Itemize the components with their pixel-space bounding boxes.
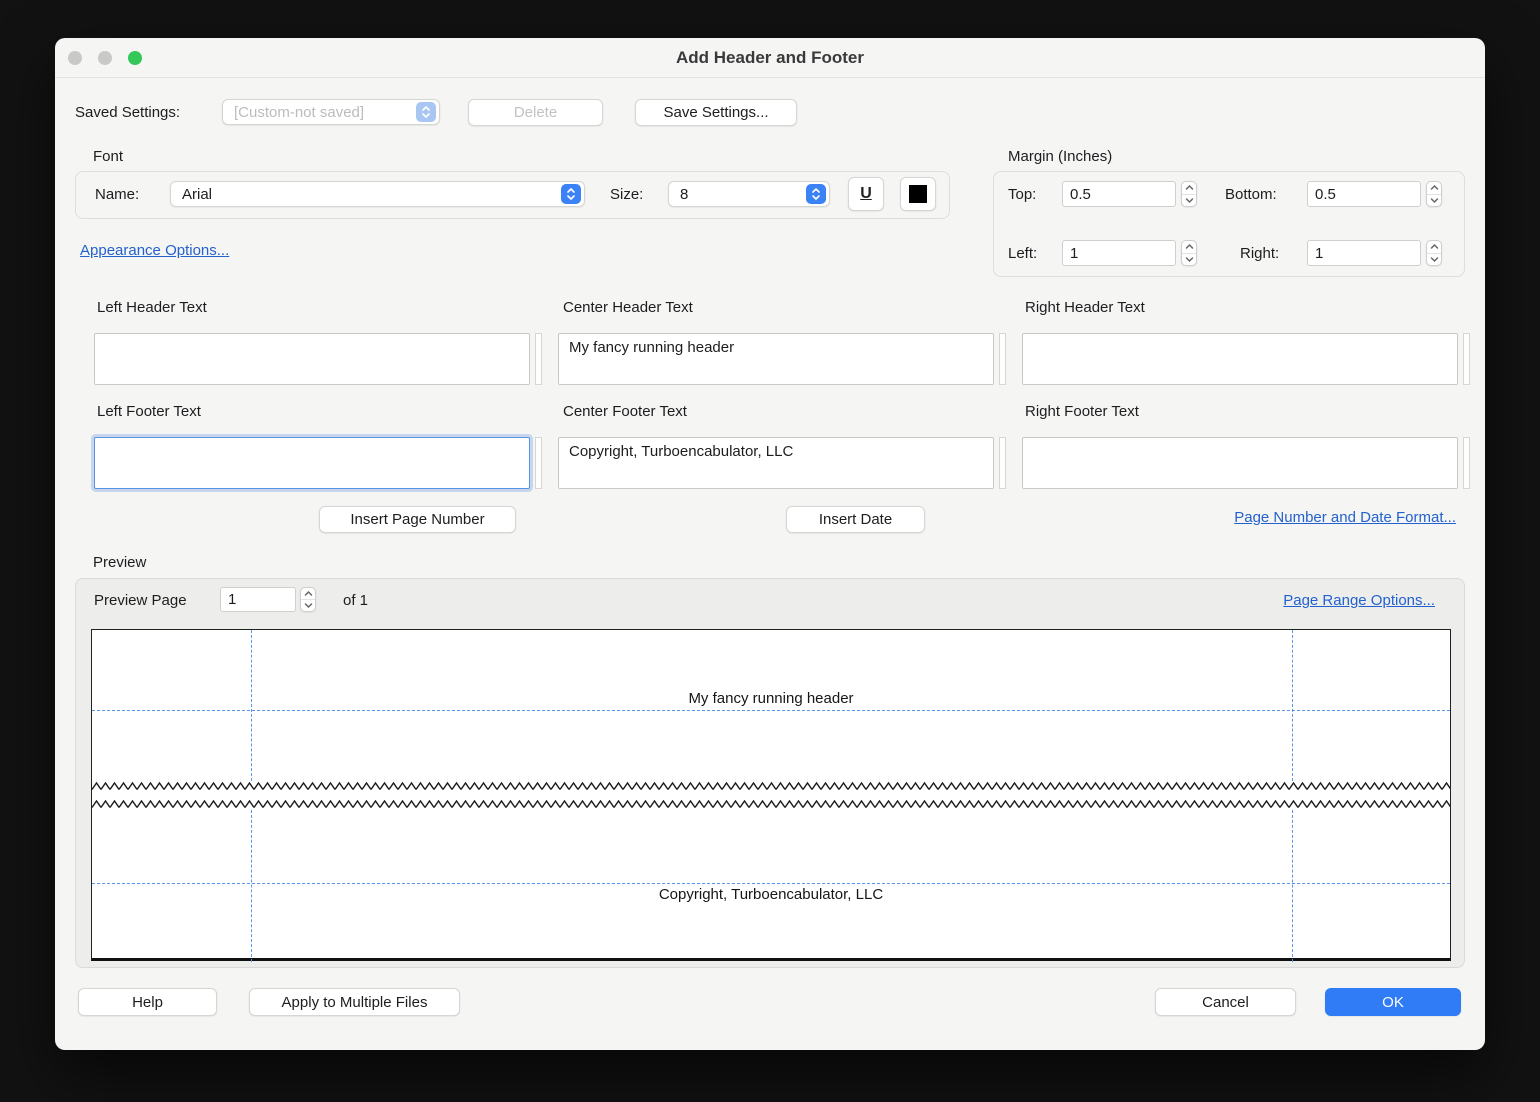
preview-group-label: Preview [93,554,146,571]
margin-left-stepper[interactable] [1181,240,1197,266]
stepper-down-icon[interactable] [1182,254,1196,266]
margin-right-input[interactable] [1307,240,1421,266]
scrollbar-track[interactable] [1463,437,1470,489]
top-margin-guide [92,710,1450,711]
stepper-down-icon[interactable] [1427,195,1441,207]
right-footer-label: Right Footer Text [1025,403,1139,420]
left-header-textarea[interactable] [94,333,530,385]
center-header-label: Center Header Text [563,299,693,316]
margin-top-input[interactable] [1062,181,1176,207]
margin-bottom-stepper[interactable] [1426,181,1442,207]
stepper-down-icon[interactable] [1182,195,1196,207]
scrollbar-track[interactable] [535,437,542,489]
page-tear-zigzag [92,799,1450,810]
chevron-up-down-icon [416,102,436,122]
margin-left-label: Left: [1008,245,1037,262]
delete-button[interactable]: Delete [468,99,603,126]
stepper-down-icon[interactable] [301,600,315,611]
left-footer-textarea[interactable] [94,437,530,489]
bottom-margin-guide [92,883,1450,884]
preview-groupbox: Preview Page of 1 Page Range Options... … [75,578,1465,968]
font-size-label: Size: [610,186,643,203]
preview-page-label: Preview Page [94,592,187,609]
scrollbar-track[interactable] [535,333,542,385]
preview-header-text: My fancy running header [92,690,1450,707]
margin-left-input[interactable] [1062,240,1176,266]
stepper-down-icon[interactable] [1427,254,1441,266]
center-footer-label: Center Footer Text [563,403,687,420]
right-footer-textarea[interactable] [1022,437,1458,489]
page-range-options-link[interactable]: Page Range Options... [1283,592,1435,609]
stepper-up-icon[interactable] [301,588,315,600]
center-footer-textarea[interactable]: Copyright, Turboencabulator, LLC [558,437,994,489]
font-name-dropdown[interactable]: Arial [170,181,585,207]
page-number-date-format-link[interactable]: Page Number and Date Format... [1234,509,1456,526]
chevron-up-down-icon [806,184,826,204]
scrollbar-track[interactable] [999,437,1006,489]
saved-settings-value: [Custom-not saved] [234,104,364,121]
preview-header-section: My fancy running header [92,630,1450,781]
font-size-dropdown[interactable]: 8 [668,181,830,207]
margin-bottom-input[interactable] [1307,181,1421,207]
stepper-up-icon[interactable] [1182,241,1196,254]
apply-to-multiple-files-button[interactable]: Apply to Multiple Files [249,988,460,1016]
add-header-footer-dialog: Add Header and Footer Saved Settings: [C… [55,38,1485,1050]
saved-settings-dropdown[interactable]: [Custom-not saved] [222,99,440,125]
appearance-options-link[interactable]: Appearance Options... [80,242,229,259]
stepper-up-icon[interactable] [1427,182,1441,195]
left-footer-label: Left Footer Text [97,403,201,420]
margin-top-stepper[interactable] [1181,181,1197,207]
chevron-up-down-icon [561,184,581,204]
preview-footer-section: Copyright, Turboencabulator, LLC [92,810,1450,962]
font-name-label: Name: [95,186,139,203]
cancel-button[interactable]: Cancel [1155,988,1296,1016]
saved-settings-label: Saved Settings: [75,104,180,121]
stepper-up-icon[interactable] [1427,241,1441,254]
font-color-button[interactable] [900,177,936,211]
font-size-value: 8 [680,186,688,203]
save-settings-button[interactable]: Save Settings... [635,99,797,126]
insert-page-number-button[interactable]: Insert Page Number [319,506,516,533]
insert-date-button[interactable]: Insert Date [786,506,925,533]
preview-page-stepper[interactable] [300,587,316,612]
margin-right-stepper[interactable] [1426,240,1442,266]
preview-page-input[interactable] [220,587,296,612]
color-swatch-icon [909,185,927,203]
margin-bottom-label: Bottom: [1225,186,1277,203]
help-button[interactable]: Help [78,988,217,1016]
preview-footer-text: Copyright, Turboencabulator, LLC [92,886,1450,903]
titlebar: Add Header and Footer [55,38,1485,78]
right-header-label: Right Header Text [1025,299,1145,316]
ok-button[interactable]: OK [1325,988,1461,1016]
left-header-label: Left Header Text [97,299,207,316]
preview-page-count: of 1 [343,592,368,609]
underline-button[interactable]: U [848,177,884,211]
font-name-value: Arial [182,186,212,203]
font-group-label: Font [93,148,123,165]
margin-group-label: Margin (Inches) [1008,148,1112,165]
preview-page: My fancy running header Copyright, Turbo… [91,629,1451,961]
stepper-up-icon[interactable] [1182,182,1196,195]
center-header-textarea[interactable]: My fancy running header [558,333,994,385]
scrollbar-track[interactable] [1463,333,1470,385]
right-header-textarea[interactable] [1022,333,1458,385]
dialog-title: Add Header and Footer [55,48,1485,68]
underline-icon: U [860,185,872,203]
margin-top-label: Top: [1008,186,1036,203]
margin-right-label: Right: [1240,245,1279,262]
page-tear-zigzag [92,781,1450,792]
scrollbar-track[interactable] [999,333,1006,385]
